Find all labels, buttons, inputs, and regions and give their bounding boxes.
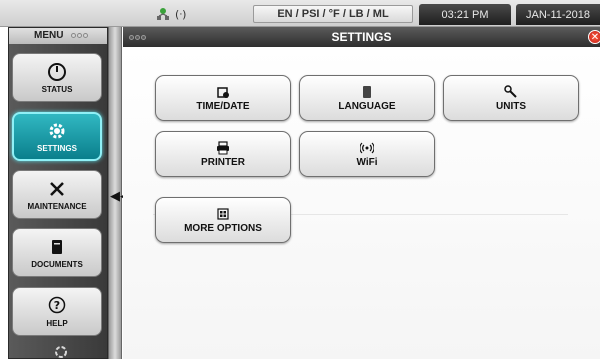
printer-icon	[217, 140, 229, 154]
calendar-icon	[217, 86, 229, 98]
units-button[interactable]: UNITS	[443, 75, 579, 121]
settings-panel: SETTINGS ✕ TIME/DATE LANGUAGE UNITS PRIN…	[123, 27, 600, 359]
grid-icon	[217, 207, 229, 220]
menu-header: MENU	[9, 28, 107, 44]
tools-icon	[50, 181, 64, 196]
wrench-icon	[504, 84, 517, 98]
button-label: WiFi	[356, 156, 378, 168]
settings-content: TIME/DATE LANGUAGE UNITS PRINTER WiFi MO…	[123, 47, 600, 359]
units-indicator[interactable]: EN / PSI / °F / LB / ML	[253, 5, 413, 23]
date-display: JAN-11-2018	[516, 4, 600, 25]
menu-item-label: MAINTENANCE	[27, 201, 87, 211]
book-icon	[363, 85, 371, 98]
side-menu: MENU STATUS SETTINGS MAINTENANCE DOCUMEN…	[8, 27, 108, 359]
wireless-signal-icon: (ᐧ)	[175, 7, 187, 21]
menu-item-status[interactable]: STATUS	[12, 53, 102, 102]
status-icons: (ᐧ)	[155, 5, 186, 23]
page-title: SETTINGS	[331, 30, 392, 44]
menu-item-help[interactable]: ? HELP	[12, 287, 102, 336]
menu-item-label: SETTINGS	[36, 143, 77, 153]
menu-item-label: DOCUMENTS	[31, 259, 83, 269]
more-options-button[interactable]: MORE OPTIONS	[155, 197, 291, 243]
recycle-icon	[55, 346, 67, 358]
clock-display: 03:21 PM	[419, 4, 511, 25]
close-button[interactable]: ✕	[588, 30, 600, 44]
gauge-icon	[48, 62, 66, 81]
window-dots	[71, 33, 88, 38]
button-label: PRINTER	[201, 156, 245, 168]
printer-button[interactable]: PRINTER	[155, 131, 291, 177]
gear-icon	[49, 123, 65, 138]
time-date-button[interactable]: TIME/DATE	[155, 75, 291, 121]
top-status-bar: (ᐧ) EN / PSI / °F / LB / ML 03:21 PM JAN…	[0, 0, 600, 27]
menu-item-label: HELP	[46, 318, 68, 328]
menu-item-documents[interactable]: DOCUMENTS	[12, 228, 102, 277]
wifi-icon	[360, 142, 374, 153]
menu-item-label: STATUS	[41, 84, 73, 94]
menu-splitter[interactable]: ◀◀	[108, 27, 130, 359]
button-label: MORE OPTIONS	[184, 222, 262, 234]
language-button[interactable]: LANGUAGE	[299, 75, 435, 121]
document-icon	[52, 239, 62, 254]
help-icon: ?	[48, 296, 66, 313]
settings-header: SETTINGS ✕	[123, 27, 600, 47]
menu-title: MENU	[34, 30, 64, 41]
svg-text:?: ?	[54, 299, 60, 312]
button-label: UNITS	[496, 100, 526, 112]
button-label: LANGUAGE	[338, 100, 396, 112]
network-status-icon	[157, 8, 169, 20]
wifi-button[interactable]: WiFi	[299, 131, 435, 177]
menu-item-settings[interactable]: SETTINGS	[12, 112, 102, 161]
button-label: TIME/DATE	[196, 100, 250, 112]
menu-item-maintenance[interactable]: MAINTENANCE	[12, 170, 102, 219]
